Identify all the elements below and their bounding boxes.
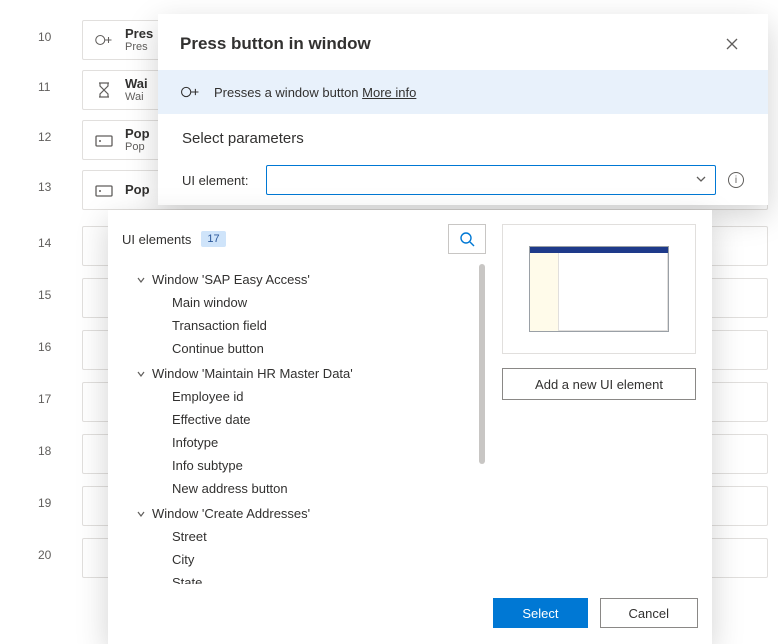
step-number: 12	[38, 130, 51, 144]
element-tree: Window 'SAP Easy Access' Main window Tra…	[122, 264, 474, 584]
tree-group-label: Window 'SAP Easy Access'	[152, 272, 310, 287]
tree-group-header[interactable]: Window 'Create Addresses'	[122, 502, 474, 525]
action-modal: Press button in window Presses a window …	[158, 14, 768, 205]
tree-item[interactable]: New address button	[122, 477, 474, 500]
param-row-ui-element: UI element: i	[182, 165, 744, 195]
banner-text: Presses a window button More info	[214, 85, 416, 100]
step-subtitle: Pres	[125, 41, 153, 53]
step-subtitle: Wai	[125, 91, 148, 103]
tree-group-header[interactable]: Window 'Maintain HR Master Data'	[122, 362, 474, 385]
step-number: 14	[38, 236, 51, 250]
tree-item[interactable]: Effective date	[122, 408, 474, 431]
modal-header: Press button in window	[158, 14, 768, 70]
step-title: Pop	[125, 127, 150, 141]
tree-group-label: Window 'Maintain HR Master Data'	[152, 366, 353, 381]
popup-icon	[95, 131, 113, 149]
step-title: Pop	[125, 183, 150, 197]
param-label: UI element:	[182, 173, 254, 188]
preview-thumbnail	[529, 246, 669, 332]
tree-group-label: Window 'Create Addresses'	[152, 506, 310, 521]
tree-item[interactable]: Infotype	[122, 431, 474, 454]
chevron-down-icon	[136, 369, 146, 379]
search-button[interactable]	[448, 224, 486, 254]
tree-item[interactable]: Info subtype	[122, 454, 474, 477]
popup-icon	[95, 181, 113, 199]
step-title: Wai	[125, 77, 148, 91]
chevron-down-icon	[136, 275, 146, 285]
hourglass-icon	[95, 81, 113, 99]
step-number: 19	[38, 496, 51, 510]
info-banner: Presses a window button More info	[158, 70, 768, 114]
step-number: 15	[38, 288, 51, 302]
step-number: 13	[38, 180, 51, 194]
ui-element-select[interactable]	[266, 165, 716, 195]
tree-item[interactable]: State	[122, 571, 474, 584]
step-number: 20	[38, 548, 51, 562]
step-number: 17	[38, 392, 51, 406]
step-number: 11	[38, 80, 50, 94]
element-count-badge: 17	[201, 231, 225, 247]
params-heading: Select parameters	[182, 130, 744, 147]
step-number: 16	[38, 340, 51, 354]
add-ui-element-button[interactable]: Add a new UI element	[502, 368, 696, 400]
step-number: 10	[38, 30, 51, 44]
chevron-down-icon	[695, 173, 707, 185]
tree-group-header[interactable]: Window 'SAP Easy Access'	[122, 268, 474, 291]
element-preview	[502, 224, 696, 354]
step-number: 18	[38, 444, 51, 458]
select-button[interactable]: Select	[493, 598, 587, 628]
info-icon[interactable]: i	[728, 172, 744, 188]
scrollbar-thumb[interactable]	[479, 264, 485, 464]
tree-item[interactable]: Continue button	[122, 337, 474, 360]
step-subtitle: Pop	[125, 141, 150, 153]
cancel-button[interactable]: Cancel	[600, 598, 698, 628]
tree-item[interactable]: Main window	[122, 291, 474, 314]
step-title: Pres	[125, 27, 153, 41]
scrollbar[interactable]	[478, 264, 486, 564]
tree-item[interactable]: Transaction field	[122, 314, 474, 337]
tree-item[interactable]: Employee id	[122, 385, 474, 408]
press-icon	[180, 82, 200, 102]
chevron-down-icon	[136, 509, 146, 519]
ui-element-picker: UI elements 17 Window 'SAP Easy Access' …	[108, 210, 712, 644]
picker-heading: UI elements	[122, 232, 191, 247]
params-section: Select parameters UI element: i	[158, 114, 768, 205]
more-info-link[interactable]: More info	[362, 85, 416, 100]
tree-item[interactable]: Street	[122, 525, 474, 548]
modal-title: Press button in window	[180, 34, 371, 54]
press-icon	[95, 31, 113, 49]
close-button[interactable]	[718, 30, 746, 58]
tree-item[interactable]: City	[122, 548, 474, 571]
